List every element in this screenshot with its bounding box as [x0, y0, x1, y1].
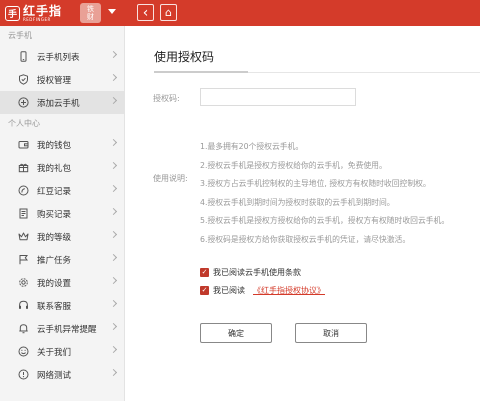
sidebar-item[interactable]: 云手机异常提醒	[0, 317, 124, 340]
sidebar-item[interactable]: 添加云手机	[0, 91, 124, 114]
instruction-line: 2.授权云手机是授权方授权给你的云手机，免费使用。	[200, 160, 387, 170]
sidebar-item-label: 推广任务	[37, 255, 72, 266]
title-underline	[154, 71, 248, 73]
agreement-checkbox-row[interactable]: ✓ 我已阅读 《红手指授权协议》	[200, 285, 325, 296]
sidebar-item-label: 云手机列表	[37, 52, 80, 63]
chevron-right-icon	[109, 138, 118, 147]
agreement-checkbox[interactable]: ✓	[200, 286, 209, 295]
receipt-icon	[18, 208, 29, 219]
instructions-label: 使用说明:	[153, 174, 188, 183]
chevron-right-icon	[109, 299, 118, 308]
chevron-right-icon	[109, 73, 118, 82]
sidebar: 云手机云手机列表授权管理添加云手机个人中心我的钱包我的礼包红豆记录购买记录我的等…	[0, 26, 125, 401]
gift-icon	[18, 162, 29, 173]
sidebar-item[interactable]: 云手机列表	[0, 45, 124, 68]
agreement-checkbox-label: 我已阅读	[213, 286, 245, 295]
user-avatar-line2: 财	[87, 13, 94, 21]
sidebar-item-label: 添加云手机	[37, 98, 80, 109]
confirm-button[interactable]: 确定	[200, 323, 272, 343]
chevron-right-icon	[109, 50, 118, 59]
bean-icon	[18, 185, 29, 196]
chevron-right-icon	[109, 368, 118, 377]
sidebar-item[interactable]: 我的设置	[0, 271, 124, 294]
sidebar-item-label: 购买记录	[37, 209, 72, 220]
sidebar-section-title: 云手机	[8, 31, 32, 40]
home-button[interactable]: ⌂	[160, 4, 177, 21]
sidebar-section-title: 个人中心	[8, 119, 40, 128]
logo-mark: 手	[5, 5, 20, 21]
page-title: 使用授权码	[154, 50, 215, 64]
sidebar-item-label: 云手机异常提醒	[37, 324, 97, 335]
sidebar-item[interactable]: 我的礼包	[0, 156, 124, 179]
user-menu-caret-icon[interactable]	[108, 9, 116, 14]
back-icon: ‹	[142, 4, 149, 21]
smile-icon	[18, 346, 29, 357]
instruction-line: 6.授权码是授权方给你获取授权云手机的凭证，请尽快激活。	[200, 234, 411, 244]
sidebar-item-label: 我的设置	[37, 278, 72, 289]
sidebar-item[interactable]: 推广任务	[0, 248, 124, 271]
flag-icon	[18, 254, 29, 265]
terms-checkbox-label: 我已阅读云手机使用条款	[213, 268, 301, 277]
instruction-line: 4.授权云手机到期时间为授权时获取的云手机到期时间。	[200, 197, 395, 207]
user-avatar[interactable]: 铁 财	[80, 3, 101, 23]
sidebar-item-label: 网络测试	[37, 370, 72, 381]
terms-checkbox[interactable]: ✓	[200, 268, 209, 277]
sidebar-item[interactable]: 我的钱包	[0, 133, 124, 156]
sidebar-item-label: 我的钱包	[37, 140, 72, 151]
sidebar-item-label: 红豆记录	[37, 186, 72, 197]
cancel-button[interactable]: 取消	[295, 323, 367, 343]
add-circle-icon	[18, 97, 29, 108]
sidebar-item[interactable]: 关于我们	[0, 340, 124, 363]
headset-icon	[18, 300, 29, 311]
sidebar-item[interactable]: 我的等级	[0, 225, 124, 248]
chevron-right-icon	[109, 96, 118, 105]
sidebar-item-label: 我的等级	[37, 232, 72, 243]
sidebar-item[interactable]: 购买记录	[0, 202, 124, 225]
top-bar: 手 红手指 REDFINGER 铁 财 ‹ ⌂	[0, 0, 480, 26]
gear-icon	[18, 277, 29, 288]
sidebar-item-label: 关于我们	[37, 347, 72, 358]
bell-icon	[18, 323, 29, 334]
sidebar-item[interactable]: 联系客服	[0, 294, 124, 317]
auth-code-label: 授权码:	[153, 94, 180, 103]
chevron-right-icon	[109, 230, 118, 239]
instruction-line: 5.授权云手机是授权方授权给你的云手机，授权方有权随时收回云手机。	[200, 216, 450, 226]
sidebar-item-label: 联系客服	[37, 301, 72, 312]
main-content: 使用授权码 授权码: 使用说明: 1.最多拥有20个授权云手机。 2.授权云手机是…	[126, 26, 480, 401]
chevron-right-icon	[109, 207, 118, 216]
agreement-link[interactable]: 《红手指授权协议》	[253, 285, 325, 296]
crown-icon	[18, 231, 29, 242]
chevron-right-icon	[109, 184, 118, 193]
instructions-list: 1.最多拥有20个授权云手机。 2.授权云手机是授权方授权给你的云手机，免费使用。…	[200, 141, 449, 253]
instruction-line: 1.最多拥有20个授权云手机。	[200, 142, 304, 151]
chevron-right-icon	[109, 253, 118, 262]
wallet-icon	[18, 139, 29, 150]
auth-code-input[interactable]	[200, 88, 356, 106]
terms-checkbox-row[interactable]: ✓ 我已阅读云手机使用条款	[200, 267, 301, 278]
sidebar-item[interactable]: 网络测试	[0, 363, 124, 386]
chevron-right-icon	[109, 322, 118, 331]
chevron-right-icon	[109, 276, 118, 285]
chevron-right-icon	[109, 345, 118, 354]
user-avatar-line1: 铁	[87, 5, 94, 13]
home-icon: ⌂	[165, 6, 172, 19]
instruction-line: 3.授权方占云手机控制权的主导地位, 授权方有权随时收回控制权。	[200, 179, 431, 189]
app-logo: 手 红手指 REDFINGER	[5, 3, 62, 23]
logo-subtitle: REDFINGER	[23, 16, 51, 22]
chevron-right-icon	[109, 161, 118, 170]
phone-icon	[18, 51, 29, 62]
logo-name: 红手指	[23, 3, 63, 18]
shield-icon	[18, 74, 29, 85]
network-icon	[18, 369, 29, 380]
back-button[interactable]: ‹	[137, 4, 154, 21]
sidebar-item-label: 我的礼包	[37, 163, 72, 174]
sidebar-item[interactable]: 授权管理	[0, 68, 124, 91]
sidebar-item-label: 授权管理	[37, 75, 72, 86]
sidebar-item[interactable]: 红豆记录	[0, 179, 124, 202]
